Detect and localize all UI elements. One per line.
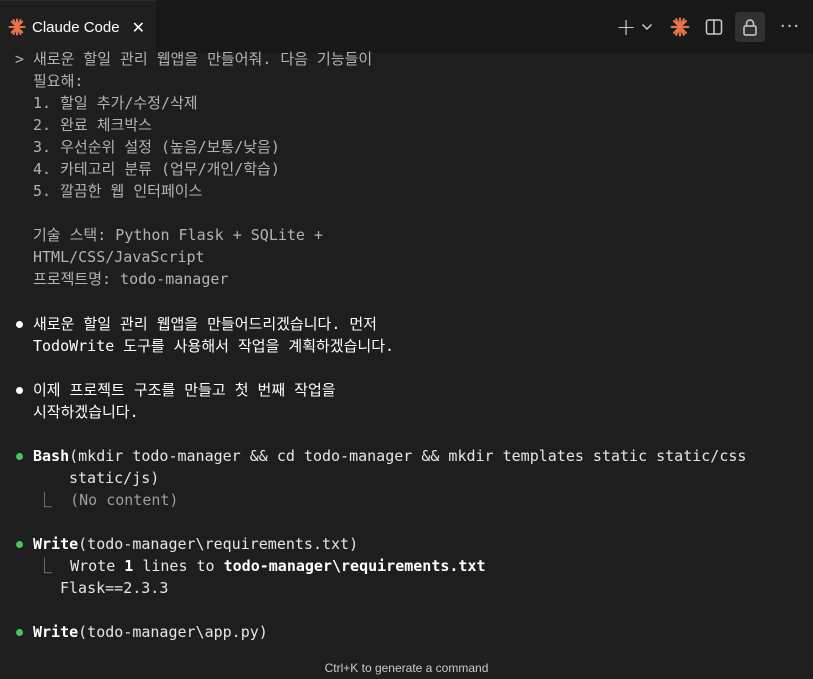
tool-status-icon: [16, 453, 23, 460]
user-message-line: 1. 할일 추가/수정/삭제: [33, 94, 198, 112]
result-corner-icon: ⎿: [37, 491, 53, 509]
tool-args: (mkdir todo-manager && cd todo-manager &…: [69, 447, 747, 465]
tool-name: Write: [33, 535, 79, 553]
user-message-line: 필요해:: [33, 72, 84, 90]
tool-call-write: Write(todo-manager\requirements.txt): [33, 533, 358, 555]
message-bullet-icon: [16, 321, 23, 328]
user-message-line: 기술 스택: Python Flask + SQLite +: [33, 226, 324, 244]
editor-tab-bar: Claude Code ✕ + ···: [0, 0, 813, 53]
assistant-message-line: TodoWrite 도구를 사용해서 작업을 계획하겠습니다.: [33, 337, 395, 355]
chevron-down-icon[interactable]: [639, 11, 655, 43]
assistant-message-line: 시작하겠습니다.: [33, 403, 139, 421]
close-icon[interactable]: ✕: [132, 18, 145, 37]
user-message-line: 새로운 할일 관리 웹앱을 만들어줘. 다음 기능들이: [33, 50, 373, 68]
command-hint: Ctrl+K to generate a command: [324, 661, 489, 675]
result-corner-icon: ⎿: [37, 557, 53, 575]
claude-icon[interactable]: [667, 11, 693, 43]
lock-icon[interactable]: [735, 11, 765, 42]
tab-title: Claude Code: [32, 18, 120, 36]
result-line-count: 1: [124, 557, 134, 575]
assistant-message-line: 이제 프로젝트 구조를 만들고 첫 번째 작업을: [33, 381, 336, 399]
result-path: todo-manager\requirements.txt: [223, 557, 486, 575]
user-message-line: 프로젝트명: todo-manager: [33, 270, 229, 288]
user-message-line: 4. 카테고리 분류 (업무/개인/학습): [33, 160, 280, 178]
new-session-button[interactable]: +: [615, 11, 637, 43]
editor-actions: + ···: [615, 0, 813, 53]
user-message-line: 3. 우선순위 설정 (높음/보통/낮음): [33, 138, 280, 156]
user-message-line: 2. 완료 체크박스: [33, 116, 152, 134]
tool-result: ⎿ (No content): [37, 489, 178, 511]
user-message-line: 5. 깔끔한 웹 인터페이스: [33, 182, 203, 200]
tool-name: Bash: [33, 447, 70, 465]
more-actions-icon[interactable]: ···: [775, 11, 805, 43]
tool-args-continuation: static/js): [69, 469, 160, 487]
tool-status-icon: [16, 629, 23, 636]
tool-status-icon: [16, 541, 23, 548]
tool-result-text: (No content): [70, 491, 179, 509]
tool-args: (todo-manager\requirements.txt): [78, 535, 359, 553]
tool-call-write: Write(todo-manager\app.py): [33, 621, 268, 643]
message-bullet-icon: [16, 387, 23, 394]
tool-result-content: Flask==2.3.3: [60, 579, 169, 597]
assistant-message-line: 새로운 할일 관리 웹앱을 만들어드리겠습니다. 먼저: [33, 315, 377, 333]
tool-args: (todo-manager\app.py): [78, 623, 268, 641]
tool-name: Write: [33, 623, 79, 641]
user-message-line: HTML/CSS/JavaScript: [33, 248, 205, 266]
tool-call-bash: Bash(mkdir todo-manager && cd todo-manag…: [33, 445, 746, 467]
prompt-marker: >: [15, 50, 25, 68]
result-mid: lines to: [133, 557, 224, 575]
tool-result: ⎿ Wrote 1 lines to todo-manager\requirem…: [37, 555, 486, 577]
split-editor-icon[interactable]: [701, 11, 727, 43]
claude-conversation: > 새로운 할일 관리 웹앱을 만들어줘. 다음 기능들이 필요해: 1. 할일…: [0, 48, 813, 658]
result-prefix: Wrote: [70, 557, 125, 575]
tab-claude-code[interactable]: Claude Code ✕: [0, 0, 156, 53]
claude-logo-icon: [8, 18, 26, 36]
